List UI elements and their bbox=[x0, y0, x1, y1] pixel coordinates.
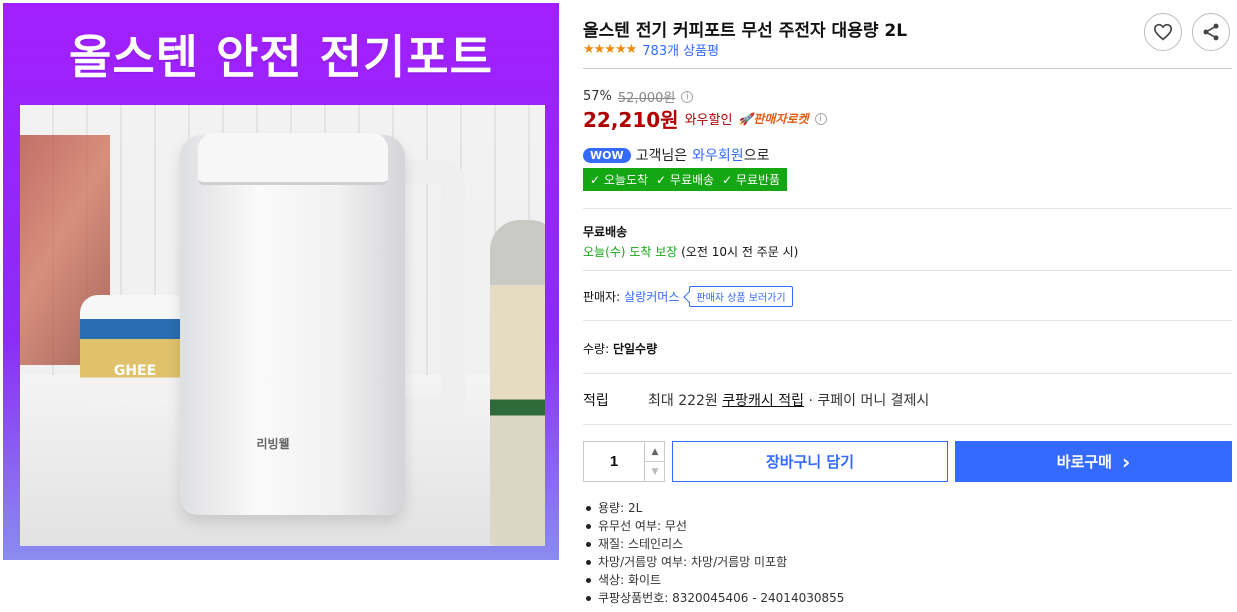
coupang-cash-link[interactable]: 쿠팡캐시 적립 bbox=[722, 393, 804, 409]
star-rating-icon: ★★★★★ bbox=[583, 42, 637, 57]
shipping-label: 무료배송 bbox=[583, 225, 628, 239]
product-image[interactable]: 올스텐 안전 전기포트 GHEE 리빙웰 bbox=[3, 3, 559, 560]
wow-badge: WOW bbox=[583, 147, 631, 163]
arrival-row: 오늘(수) 도착 보장 (오전 10시 전 주문 시) bbox=[583, 243, 798, 260]
discount-rate: 57% bbox=[583, 89, 612, 104]
sale-price: 22,210원 bbox=[583, 108, 679, 132]
seller-rocket-badge: 🚀판매자로켓 bbox=[738, 112, 809, 126]
seller-row: 판매자: 살랑커머스 판매자 상품 보러가기 bbox=[583, 286, 793, 307]
quantity-decrease-button[interactable]: ▼ bbox=[644, 462, 665, 482]
spec-item: 쿠팡상품번호: 8320045406 - 24014030855 bbox=[583, 589, 844, 607]
chevron-down-icon: ▼ bbox=[651, 467, 659, 477]
quantity-option: 수량: 단일수량 bbox=[583, 340, 657, 357]
divider bbox=[583, 373, 1232, 374]
points-prefix: 최대 222원 bbox=[648, 393, 718, 409]
product-title: 올스텐 전기 커피포트 무선 주전자 대용량 2L bbox=[583, 21, 908, 41]
wow-member-link[interactable]: 와우회원 bbox=[692, 148, 744, 164]
kettle-body bbox=[180, 135, 405, 515]
info-icon[interactable]: i bbox=[681, 90, 694, 103]
spec-item: 재질: 스테인리스 bbox=[583, 535, 844, 553]
option-label: 수량: bbox=[583, 342, 610, 356]
chevron-up-icon: ▲ bbox=[651, 446, 659, 457]
points-label: 적립 bbox=[583, 393, 609, 409]
review-count-link[interactable]: 783개 상품평 bbox=[642, 40, 719, 59]
divider bbox=[583, 424, 1232, 425]
benefit-badge: ✓ 오늘도착 ✓ 무료배송 ✓ 무료반품 bbox=[583, 168, 788, 191]
share-icon bbox=[1203, 23, 1219, 41]
olive-oil-bottle bbox=[490, 220, 545, 546]
price-row: 22,210원 와우할인 🚀판매자로켓 i bbox=[583, 104, 827, 133]
arrival-date: 오늘(수) bbox=[583, 245, 626, 259]
option-value: 단일수량 bbox=[612, 342, 658, 356]
buy-now-button[interactable]: 바로구매 › bbox=[955, 441, 1232, 482]
quantity-input[interactable] bbox=[584, 442, 644, 481]
points-suffix: · 쿠페이 머니 결제시 bbox=[808, 393, 930, 409]
ghee-jar-label: GHEE bbox=[113, 363, 157, 379]
heart-icon bbox=[1153, 23, 1173, 41]
seller-name-link[interactable]: 살랑커머스 bbox=[624, 288, 679, 305]
divider bbox=[583, 68, 1232, 69]
divider bbox=[583, 208, 1232, 209]
wow-member-row: WOW 고객님은 와우회원으로 bbox=[583, 145, 769, 165]
wishlist-button[interactable] bbox=[1144, 13, 1182, 51]
spec-item: 용량: 2L bbox=[583, 499, 844, 517]
seller-products-button[interactable]: 판매자 상품 보러가기 bbox=[689, 286, 793, 307]
share-button[interactable] bbox=[1192, 13, 1230, 51]
ghee-jar bbox=[80, 295, 190, 405]
kettle-brand-logo: 리빙웰 bbox=[256, 437, 290, 451]
divider bbox=[583, 270, 1232, 271]
quantity-stepper: ▲ ▼ bbox=[583, 441, 665, 482]
spec-item: 유무선 여부: 무선 bbox=[583, 517, 844, 535]
points-text: 최대 222원 쿠팡캐시 적립 · 쿠페이 머니 결제시 bbox=[648, 390, 929, 410]
quantity-increase-button[interactable]: ▲ bbox=[644, 442, 665, 462]
divider bbox=[583, 320, 1232, 321]
buy-now-label: 바로구매 bbox=[1056, 453, 1112, 471]
rating-row: ★★★★★ 783개 상품평 bbox=[583, 40, 719, 59]
spec-list: 용량: 2L 유무선 여부: 무선 재질: 스테인리스 차망/거름망 여부: 차… bbox=[583, 499, 844, 607]
benefit-free-return: ✓ 무료반품 bbox=[722, 173, 781, 187]
info-icon[interactable]: i bbox=[814, 112, 827, 125]
spec-item: 차망/거름망 여부: 차망/거름망 미포함 bbox=[583, 553, 844, 571]
arrival-guarantee: 도착 보장 bbox=[629, 245, 678, 259]
benefit-free-shipping: ✓ 무료배송 bbox=[656, 173, 715, 187]
rocket-label: 판매자로켓 bbox=[753, 112, 809, 126]
benefit-today-arrival: ✓ 오늘도착 bbox=[590, 173, 649, 187]
product-photo: GHEE 리빙웰 bbox=[20, 105, 545, 546]
add-to-cart-button[interactable]: 장바구니 담기 bbox=[672, 441, 948, 482]
wow-text-before: 고객님은 bbox=[635, 148, 688, 164]
wow-discount-label: 와우할인 bbox=[684, 113, 733, 128]
hero-title: 올스텐 안전 전기포트 bbox=[69, 30, 493, 84]
kettle-lid bbox=[198, 133, 388, 185]
chevron-right-icon: › bbox=[1121, 449, 1131, 474]
arrival-note: (오전 10시 전 주문 시) bbox=[681, 245, 799, 259]
wow-text-after: 으로 bbox=[743, 148, 770, 164]
seller-prefix: 판매자: bbox=[583, 290, 621, 304]
spec-item: 색상: 화이트 bbox=[583, 571, 844, 589]
